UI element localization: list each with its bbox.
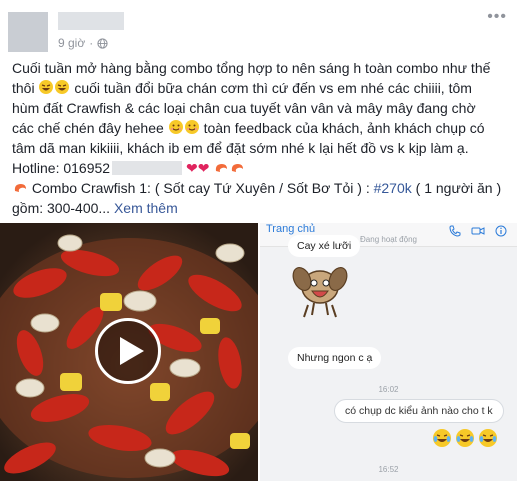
- post-line-7: Combo Crawfish 1: ( Sốt cay Tứ Xuyên / S…: [12, 178, 510, 198]
- chat-header-icons: [449, 225, 507, 237]
- shrimp-icon: [232, 164, 244, 172]
- smile-emoji-icon: [184, 120, 199, 134]
- globe-icon: [97, 37, 108, 49]
- price-hashtag-link[interactable]: #270k: [374, 180, 412, 196]
- tears-of-joy-emoji-icon: [433, 429, 451, 447]
- sent-emoji-row: [432, 428, 498, 448]
- post-line-2: thôi cuối tuần đổi bữa chán cơm thì cứ đ…: [12, 80, 472, 96]
- shrimp-icon: [216, 164, 228, 172]
- play-icon: [120, 337, 144, 365]
- chat-timestamp: 16:52: [378, 465, 399, 474]
- author-name-redacted[interactable]: [58, 12, 124, 30]
- video-call-icon: [471, 227, 485, 235]
- smile-emoji-icon: [168, 120, 183, 134]
- tears-of-joy-emoji-icon: [456, 429, 474, 447]
- laughing-emoji-icon: [39, 80, 54, 94]
- post-line-5: tâm dã man kikiiii, khách ib em để đặt s…: [12, 140, 469, 156]
- avatar[interactable]: [8, 12, 48, 52]
- chat-screenshot[interactable]: Trang chủ Đang hoạt động Cay xé lưỡi Như…: [260, 223, 517, 481]
- chat-message-received: Cay xé lưỡi: [288, 235, 361, 257]
- tears-of-joy-emoji-icon: [479, 429, 497, 447]
- post-line-4: các chế chén đây hehee toàn feedback của…: [12, 120, 485, 136]
- post-line-6: Hotline: 016952 ❤❤: [12, 158, 510, 178]
- phone-icon: [449, 225, 461, 237]
- post-line-3: hùm đất Crawfish & các loại chân cua tuy…: [12, 100, 476, 116]
- heart-icon: ❤❤: [185, 160, 210, 176]
- see-more-link[interactable]: Xem thêm: [114, 200, 178, 216]
- post-line-8: gồm: 300-400... Xem thêm: [12, 200, 178, 216]
- play-button[interactable]: [95, 318, 161, 384]
- hotline-redacted: [112, 161, 183, 175]
- post-header: 9 giờ · •••: [0, 0, 517, 58]
- post-line-1: Cuối tuần mở hàng bằng combo tổng hợp to…: [12, 60, 491, 76]
- shrimp-icon: [14, 184, 26, 192]
- post-meta: 9 giờ ·: [58, 36, 108, 50]
- post-time[interactable]: 9 giờ: [58, 36, 85, 50]
- laughing-emoji-icon: [55, 80, 70, 94]
- chat-back-link: Trang chủ: [266, 223, 316, 235]
- chat-message-received: Nhưng ngon c ạ: [288, 347, 382, 369]
- info-icon: [495, 225, 507, 237]
- more-options-button[interactable]: •••: [487, 9, 507, 25]
- dog-sticker-icon: [292, 267, 348, 318]
- chat-message-sent: có chụp dc kiểu ảnh nào cho t k: [334, 399, 504, 423]
- chat-timestamp: 16:02: [378, 385, 399, 394]
- post-body: Cuối tuần mở hàng bằng combo tổng hợp to…: [12, 58, 510, 218]
